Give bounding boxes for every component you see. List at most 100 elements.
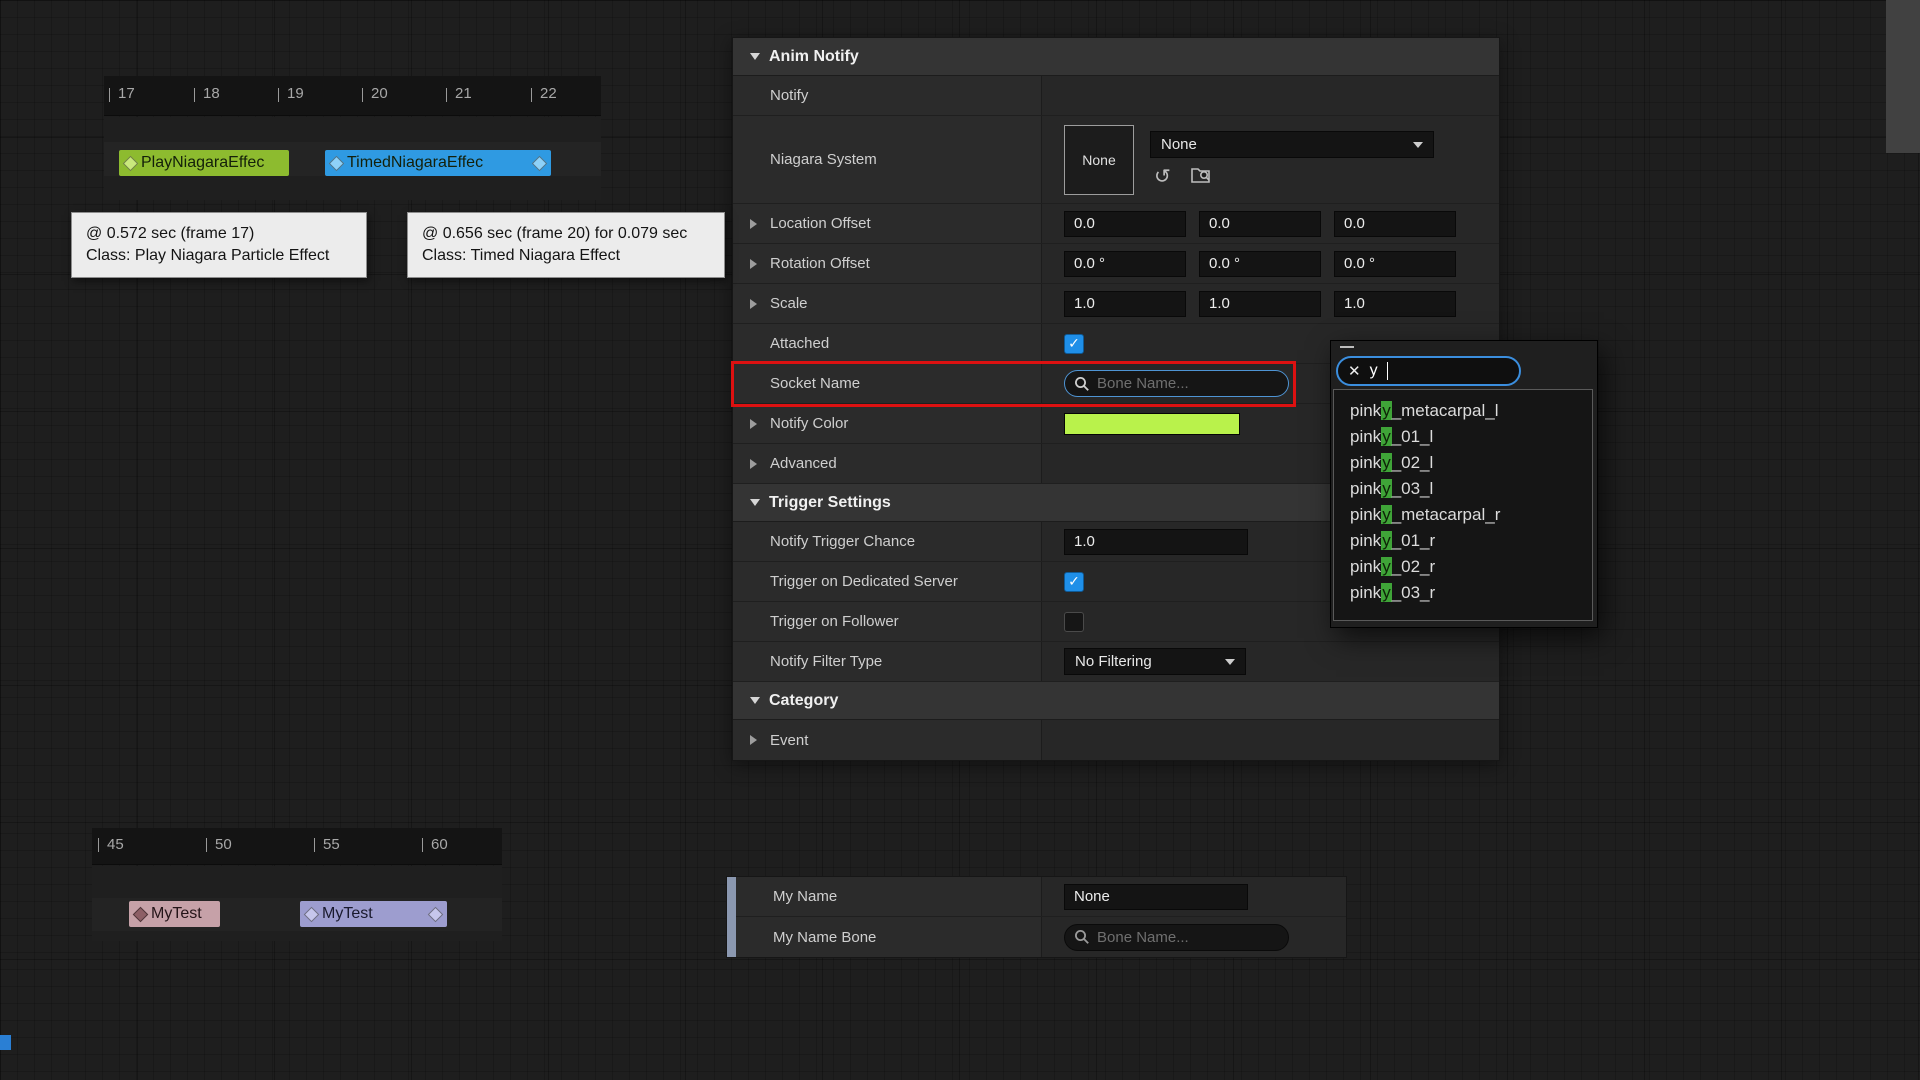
browse-to-asset-icon[interactable]: [1191, 165, 1213, 188]
bone-option[interactable]: pinky_03_l: [1334, 476, 1592, 502]
section-category[interactable]: Category: [733, 682, 1499, 720]
expand-arrow-icon[interactable]: [750, 299, 757, 309]
notify-mytest-2[interactable]: MyTest: [300, 901, 447, 927]
socket-name-input[interactable]: [1097, 375, 1279, 392]
expand-arrow-icon[interactable]: [750, 419, 757, 429]
ruler-tick: [278, 88, 279, 102]
property-label: Socket Name: [770, 375, 860, 392]
search-query-text: y: [1370, 362, 1378, 380]
property-label: Event: [770, 732, 808, 749]
bone-option[interactable]: pinky_01_r: [1334, 528, 1592, 554]
expand-arrow-icon[interactable]: [750, 735, 757, 745]
timeline-ruler-bottom[interactable]: 45 50 55 60: [92, 828, 502, 865]
frame-number: 19: [287, 85, 304, 102]
notify-label: TimedNiagaraEffec: [347, 154, 483, 172]
bone-option[interactable]: pinky_02_l: [1334, 450, 1592, 476]
my-notify-properties-panel: My Name My Name Bone: [726, 876, 1347, 958]
bone-option[interactable]: pinky_02_r: [1334, 554, 1592, 580]
trigger-chance-field[interactable]: [1064, 529, 1248, 555]
frame-number: 60: [431, 836, 448, 853]
tooltip-time: @ 0.656 sec (frame 20) for 0.079 sec: [422, 223, 710, 245]
expand-arrow-icon[interactable]: [750, 219, 757, 229]
bone-search-box[interactable]: ✕ y: [1336, 356, 1521, 386]
section-anim-notify[interactable]: Anim Notify: [733, 38, 1499, 76]
bone-options-list: pinky_metacarpal_l pinky_01_l pinky_02_l…: [1333, 389, 1593, 621]
rotation-y-field[interactable]: [1199, 251, 1321, 277]
tooltip-class: Class: Timed Niagara Effect: [422, 245, 710, 267]
notify-track-row[interactable]: [104, 176, 601, 200]
my-name-bone-search[interactable]: [1064, 924, 1289, 951]
check-icon: ✓: [1068, 335, 1080, 352]
notify-tooltip-play: @ 0.572 sec (frame 17) Class: Play Niaga…: [71, 212, 367, 278]
notify-play-niagara[interactable]: PlayNiagaraEffec: [119, 150, 289, 176]
select-value: No Filtering: [1075, 653, 1152, 670]
notify-timed-niagara[interactable]: TimedNiagaraEffec: [325, 150, 551, 176]
my-name-field[interactable]: [1064, 884, 1248, 910]
location-y-field[interactable]: [1199, 211, 1321, 237]
rotation-x-field[interactable]: [1064, 251, 1186, 277]
section-title: Anim Notify: [769, 48, 859, 66]
notify-diamond-icon: [123, 155, 139, 171]
location-x-field[interactable]: [1064, 211, 1186, 237]
notify-track-row[interactable]: [92, 931, 502, 941]
scale-x-field[interactable]: [1064, 291, 1186, 317]
row-filter-type: Notify Filter Type No Filtering: [733, 642, 1499, 682]
my-name-bone-input[interactable]: [1097, 929, 1279, 946]
bone-picker-popup: ✕ y pinky_metacarpal_l pinky_01_l pinky_…: [1330, 340, 1598, 628]
frame-number: 22: [540, 85, 557, 102]
expand-arrow-icon[interactable]: [750, 459, 757, 469]
notify-mytest-1[interactable]: MyTest: [129, 901, 220, 927]
match-highlight: y: [1381, 401, 1392, 420]
popup-grip: [1340, 346, 1354, 348]
chevron-down-icon: [1413, 142, 1423, 148]
row-scale: Scale: [733, 284, 1499, 324]
row-rotation-offset: Rotation Offset: [733, 244, 1499, 284]
row-notify: Notify: [733, 76, 1499, 116]
asset-thumbnail-button[interactable]: None: [1064, 125, 1134, 195]
scale-y-field[interactable]: [1199, 291, 1321, 317]
attached-checkbox[interactable]: ✓: [1064, 334, 1084, 354]
rotation-z-field[interactable]: [1334, 251, 1456, 277]
dedicated-server-checkbox[interactable]: ✓: [1064, 572, 1084, 592]
notify-duration-diamond-icon: [428, 906, 444, 922]
bone-option[interactable]: pinky_metacarpal_r: [1334, 502, 1592, 528]
property-label: Advanced: [770, 455, 837, 472]
search-icon: [1074, 929, 1090, 945]
collapse-arrow-icon: [750, 499, 760, 506]
notify-color-swatch[interactable]: [1064, 413, 1240, 435]
tooltip-time: @ 0.572 sec (frame 17): [86, 223, 352, 245]
match-highlight: y: [1381, 583, 1392, 602]
frame-number: 21: [455, 85, 472, 102]
row-my-name-bone: My Name Bone: [736, 917, 1346, 957]
scale-z-field[interactable]: [1334, 291, 1456, 317]
property-label: Trigger on Follower: [770, 613, 899, 630]
property-label: Rotation Offset: [770, 255, 870, 272]
location-z-field[interactable]: [1334, 211, 1456, 237]
property-label: My Name Bone: [773, 929, 876, 946]
right-dock-edge: [1886, 0, 1920, 153]
socket-name-search[interactable]: [1064, 370, 1289, 397]
ruler-tick: [422, 838, 423, 852]
notify-track-row[interactable]: [92, 866, 502, 898]
clear-search-icon[interactable]: ✕: [1348, 362, 1361, 380]
property-label: Attached: [770, 335, 829, 352]
row-location-offset: Location Offset: [733, 204, 1499, 244]
expand-arrow-icon[interactable]: [750, 259, 757, 269]
collapse-arrow-icon: [750, 53, 760, 60]
bone-option[interactable]: pinky_03_r: [1334, 580, 1592, 606]
bone-option[interactable]: pinky_metacarpal_l: [1334, 398, 1592, 424]
ruler-tick: [446, 88, 447, 102]
property-label: Notify Filter Type: [770, 653, 882, 670]
niagara-asset-combo[interactable]: None: [1150, 131, 1434, 158]
match-highlight: y: [1381, 505, 1392, 524]
filter-type-select[interactable]: No Filtering: [1064, 648, 1246, 675]
timeline-ruler-top[interactable]: 17 18 19 20 21 22: [104, 76, 601, 116]
frame-number: 20: [371, 85, 388, 102]
use-selected-asset-icon[interactable]: ↺: [1154, 167, 1171, 187]
notify-diamond-icon: [329, 155, 345, 171]
combo-value: None: [1161, 136, 1197, 153]
bone-option[interactable]: pinky_01_l: [1334, 424, 1592, 450]
check-icon: ✓: [1068, 573, 1080, 590]
notify-track-row[interactable]: [104, 117, 601, 142]
trigger-follower-checkbox[interactable]: [1064, 612, 1084, 632]
